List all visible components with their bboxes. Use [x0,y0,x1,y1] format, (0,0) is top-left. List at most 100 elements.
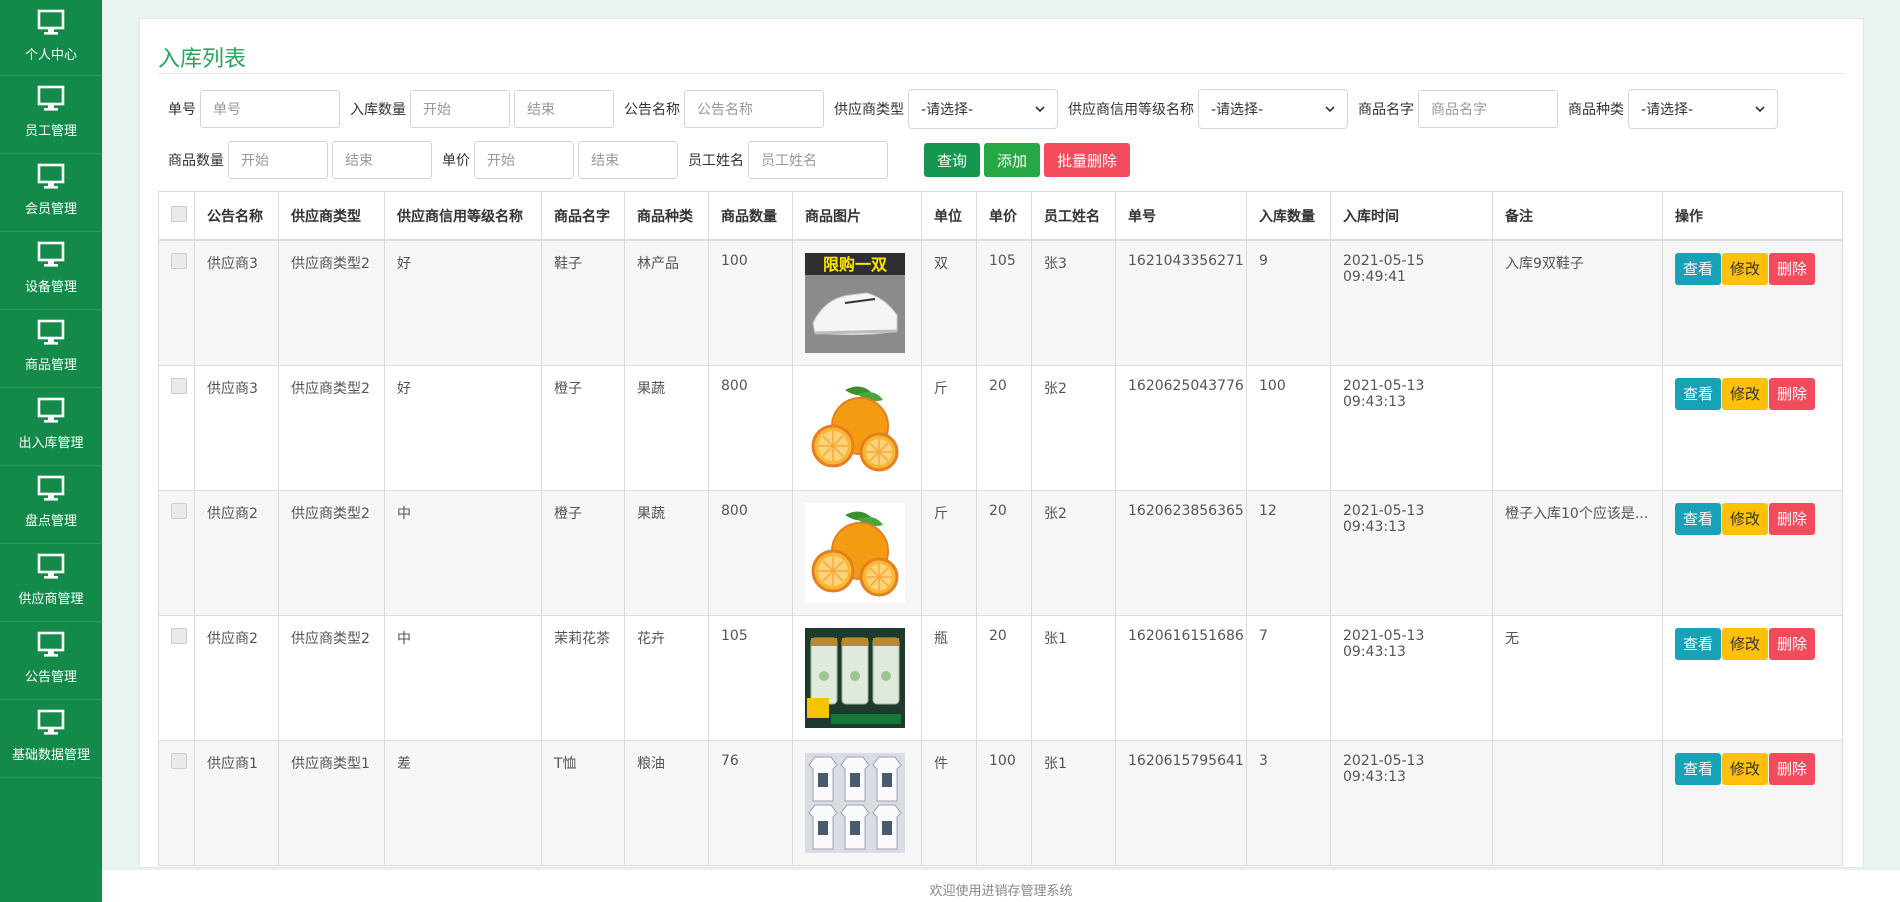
cell-credit: 差 [384,739,542,866]
cell-stype: 供应商类型2 [278,614,385,741]
delete-button[interactable]: 删除 [1769,252,1816,285]
column-header: 单位 [921,191,977,241]
filter-label-pname: 商品名字 [1358,102,1414,118]
cell-time: 2021-05-15 09:49:41 [1330,239,1493,366]
add-button[interactable]: 添加 [984,143,1041,177]
supplier-type-select[interactable]: -请选择- [908,89,1058,129]
sidebar-item-7[interactable]: 供应商管理 [0,544,102,622]
batch-delete-button[interactable]: 批量删除 [1044,143,1131,177]
product-qty-start-input[interactable] [228,141,328,179]
cell-price: 20 [976,364,1032,491]
cell-notice: 供应商3 [194,239,279,366]
actions-cell: 查看 修改 删除 [1662,739,1843,866]
column-header: 员工姓名 [1031,191,1116,241]
cell-pname: 橙子 [541,364,625,491]
page-title: 入库列表 [158,47,247,72]
sidebar: 个人中心员工管理会员管理设备管理商品管理 出入库管理 盘点管理 供应商管理公告管理基础… [0,0,102,902]
column-header: 供应商信用等级名称 [384,191,542,241]
edit-button[interactable]: 修改 [1722,377,1769,410]
row-checkbox[interactable] [171,377,187,394]
row-checkbox[interactable] [171,252,187,269]
column-header: 单价 [976,191,1032,241]
row-select-cell[interactable] [158,364,195,491]
delete-button[interactable]: 删除 [1769,752,1816,785]
product-qty-end-input[interactable] [332,141,432,179]
row-checkbox[interactable] [171,752,187,769]
edit-button[interactable]: 修改 [1722,252,1769,285]
cell-ptype: 果蔬 [624,364,709,491]
qty-start-input[interactable] [410,90,510,128]
view-button[interactable]: 查看 [1675,752,1722,785]
edit-button[interactable]: 修改 [1722,627,1769,660]
query-button[interactable]: 查询 [924,143,981,177]
cell-remark: 入库9双鞋子 [1492,239,1663,366]
column-header: 商品名字 [541,191,625,241]
price-start-input[interactable] [474,141,574,179]
sidebar-item-label: 个人中心 [24,48,77,63]
delete-button[interactable]: 删除 [1769,502,1816,535]
monitor-icon [36,8,66,38]
edit-button[interactable]: 修改 [1722,752,1769,785]
sidebar-item-2[interactable]: 会员管理 [0,154,102,232]
price-end-input[interactable] [578,141,678,179]
row-select-cell[interactable] [158,489,195,616]
cell-unit: 双 [921,239,977,366]
row-select-cell[interactable] [158,739,195,866]
product-name-input[interactable] [1418,90,1558,128]
cell-stype: 供应商类型2 [278,489,385,616]
cell-notice: 供应商2 [194,614,279,741]
qty-end-input[interactable] [514,90,614,128]
header-select-all[interactable] [158,191,195,241]
cell-pqty: 105 [708,614,793,741]
row-select-cell[interactable] [158,614,195,741]
cell-no: 1620615795641 [1115,739,1247,866]
sidebar-item-label: 会员管理 [24,202,77,217]
sidebar-item-6[interactable]: 盘点管理 [0,466,102,544]
view-button[interactable]: 查看 [1675,627,1722,660]
sidebar-item-label: 设备管理 [24,280,77,295]
notice-name-input[interactable] [684,90,824,128]
sidebar-item-1[interactable]: 员工管理 [0,76,102,154]
view-button[interactable]: 查看 [1675,502,1722,535]
view-button[interactable]: 查看 [1675,252,1722,285]
cell-pname: 茉莉花茶 [541,614,625,741]
sidebar-item-label: 公告管理 [24,670,77,685]
footer: 欢迎使用进销存管理系统 [102,870,1900,902]
cell-price: 20 [976,489,1032,616]
select-all-checkbox[interactable] [171,206,187,222]
cell-no: 1620625043776 [1115,364,1247,491]
cell-price: 20 [976,614,1032,741]
cell-credit: 中 [384,489,542,616]
credit-level-select[interactable]: -请选择- [1198,89,1348,129]
view-button[interactable]: 查看 [1675,377,1722,410]
row-select-cell[interactable] [158,239,195,366]
edit-button[interactable]: 修改 [1722,502,1769,535]
cell-qty: 9 [1246,239,1331,366]
cell-remark: 橙子入库10个应该是... [1492,489,1663,616]
product-image [805,377,909,478]
list-panel: 入库列表 单号 入库数量 公告名称 供应商类型 -请选择- 供应商信用等级名称 … [139,18,1864,868]
cell-credit: 中 [384,614,542,741]
sidebar-item-4[interactable]: 商品管理 [0,310,102,388]
staff-name-input[interactable] [748,141,888,179]
delete-button[interactable]: 删除 [1769,377,1816,410]
product-type-select[interactable]: -请选择- [1628,89,1778,129]
sidebar-item-5[interactable]: 出入库管理 [0,388,102,466]
danhao-input[interactable] [200,90,340,128]
product-image-cell [792,364,922,491]
sidebar-item-0[interactable]: 个人中心 [0,0,102,76]
row-checkbox[interactable] [171,502,187,519]
cell-pqty: 800 [708,364,793,491]
cell-credit: 好 [384,239,542,366]
actions-cell: 查看 修改 删除 [1662,489,1843,616]
cell-time: 2021-05-13 09:43:13 [1330,364,1493,491]
cell-price: 100 [976,739,1032,866]
sidebar-item-9[interactable]: 基础数据管理 [0,700,102,778]
column-header: 备注 [1492,191,1663,241]
sidebar-item-3[interactable]: 设备管理 [0,232,102,310]
delete-button[interactable]: 删除 [1769,627,1816,660]
cell-pqty: 800 [708,489,793,616]
cell-no: 1620623856365 [1115,489,1247,616]
sidebar-item-8[interactable]: 公告管理 [0,622,102,700]
row-checkbox[interactable] [171,627,187,644]
